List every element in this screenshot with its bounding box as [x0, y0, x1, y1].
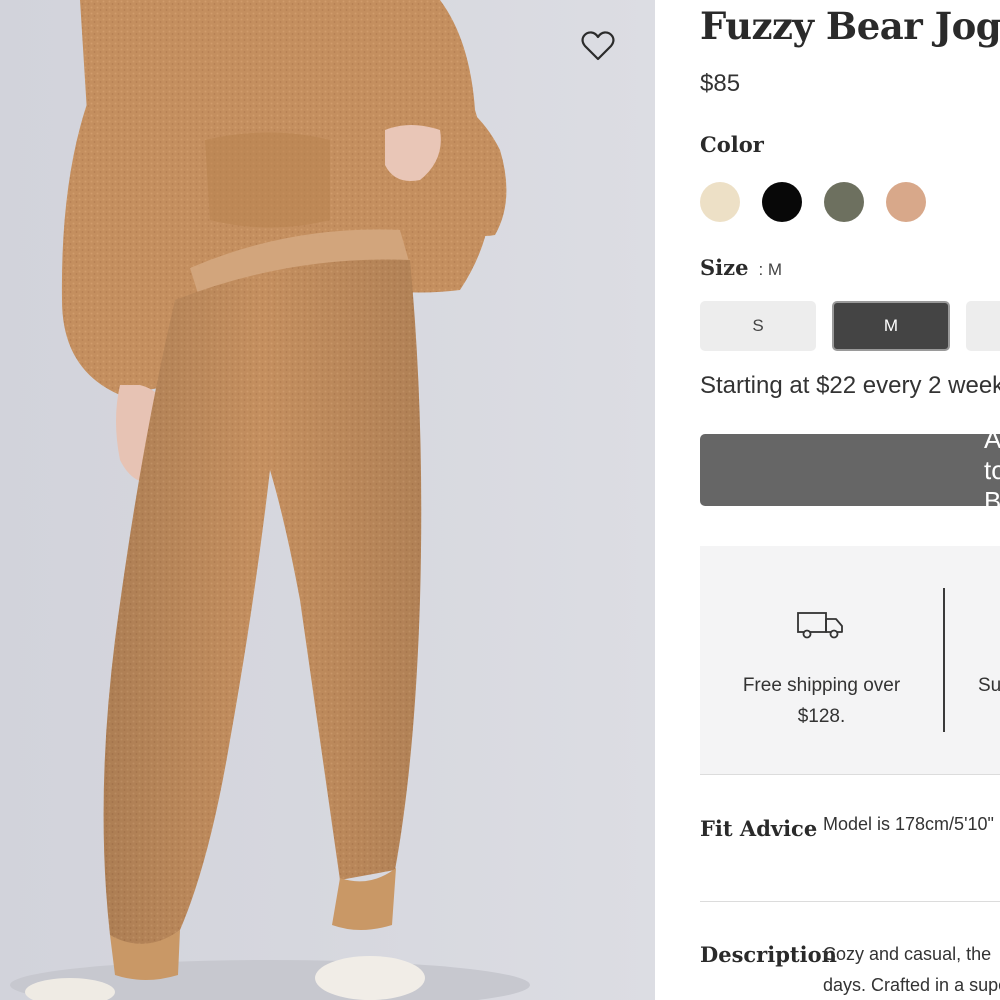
product-price: $85	[700, 70, 741, 97]
product-details-panel: Fuzzy Bear Jogger $85 Color Size : M S M…	[655, 0, 1000, 1000]
color-swatch-camel[interactable]	[886, 182, 926, 222]
size-option-s[interactable]: S	[700, 301, 816, 351]
fit-advice-label: Fit Advice	[700, 816, 818, 841]
truck-icon	[797, 612, 843, 639]
divider	[700, 901, 1000, 902]
description-line-1: Cozy and casual, the	[823, 944, 992, 964]
size-header: Size : M	[700, 255, 782, 280]
color-swatch-cream[interactable]	[700, 182, 740, 222]
selected-size: : M	[758, 260, 783, 279]
wishlist-button[interactable]	[580, 30, 624, 74]
description-label: Description	[700, 942, 837, 967]
color-swatch-black[interactable]	[762, 182, 802, 222]
description-line-2: days. Crafted in a super	[823, 975, 1000, 995]
fit-advice-text: Model is 178cm/5'10"	[823, 814, 994, 834]
product-image[interactable]	[0, 0, 655, 1000]
second-benefit-text: Sustainable, up	[978, 675, 1000, 696]
divider	[700, 774, 1000, 775]
description-text: Cozy and casual, the days. Crafted in a …	[823, 939, 1000, 1000]
benefits-divider	[943, 588, 945, 732]
free-shipping-text: Free shipping over $128.	[742, 675, 901, 727]
size-label: Size	[700, 255, 749, 280]
subscription-text: Starting at $22 every 2 weeks	[700, 372, 1000, 399]
model-photo-illustration	[10, 0, 530, 1000]
color-swatch-olive[interactable]	[824, 182, 864, 222]
color-label: Color	[700, 132, 764, 157]
size-option-l[interactable]: L	[966, 301, 1000, 351]
heart-outline-icon	[581, 31, 615, 61]
product-title: Fuzzy Bear Jogger	[700, 4, 1000, 48]
benefits-box: Free shipping over $128. Sustainable, up	[700, 546, 1000, 774]
size-option-m[interactable]: M	[832, 301, 950, 351]
add-to-bag-button[interactable]: Add to Bag	[700, 424, 1000, 516]
